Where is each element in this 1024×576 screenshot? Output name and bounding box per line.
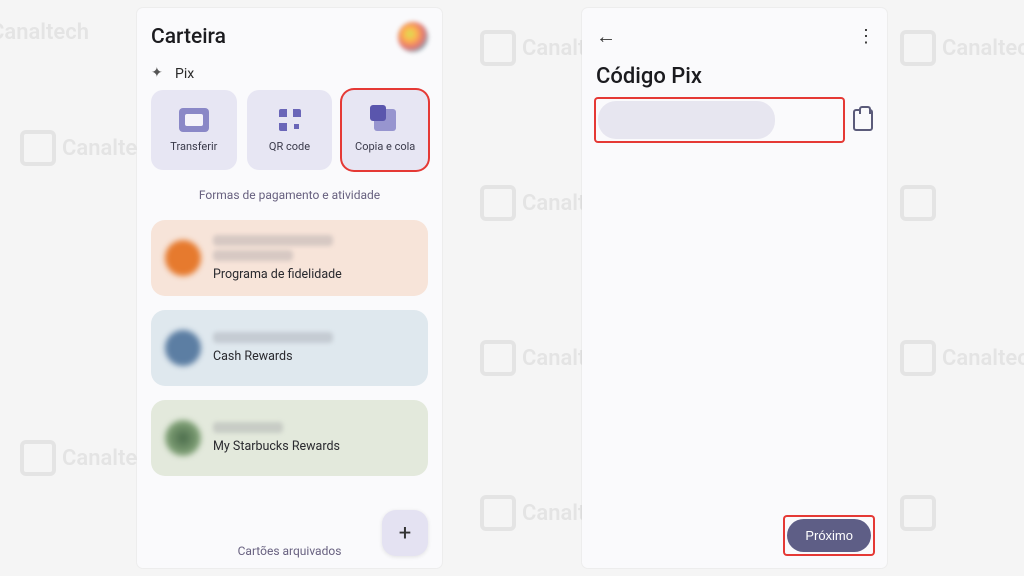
card-icon [179, 108, 209, 132]
tile-transferir[interactable]: Transferir [151, 90, 237, 170]
pix-tiles: Transferir QR code Copia e cola [151, 90, 428, 170]
tile-label: Transferir [170, 140, 217, 153]
pix-section-label: Pix [151, 66, 428, 82]
loyalty-card[interactable]: Programa de fidelidade [151, 220, 428, 296]
highlight-box: Próximo [785, 517, 873, 554]
tile-label: Copia e cola [355, 140, 415, 153]
more-menu-icon[interactable]: ⋮ [857, 26, 873, 47]
card-name-redacted [213, 422, 283, 433]
card-logo [165, 330, 201, 366]
card-logo [165, 240, 201, 276]
plus-icon: + [399, 521, 411, 546]
tile-qr-code[interactable]: QR code [247, 90, 333, 170]
clipboard-icon[interactable] [853, 109, 873, 131]
card-subtitle: Programa de fidelidade [213, 267, 342, 282]
pix-label: Pix [175, 66, 194, 82]
loyalty-card[interactable]: My Starbucks Rewards [151, 400, 428, 476]
card-name-redacted [213, 235, 333, 246]
page-title: Código Pix [596, 64, 873, 89]
loyalty-cards: Programa de fidelidade Cash Rewards My S… [151, 220, 428, 534]
back-button[interactable]: ← [596, 26, 616, 46]
tile-label: QR code [269, 140, 310, 153]
payments-activity-link[interactable]: Formas de pagamento e atividade [151, 188, 428, 202]
card-name-redacted [213, 332, 333, 343]
tile-copia-e-cola[interactable]: Copia e cola [342, 90, 428, 170]
copy-icon [374, 109, 396, 131]
loyalty-card[interactable]: Cash Rewards [151, 310, 428, 386]
highlight-box [596, 99, 843, 141]
card-logo [165, 420, 201, 456]
card-name-redacted [213, 250, 293, 261]
page-title: Carteira [151, 25, 226, 49]
pix-code-input[interactable] [598, 101, 775, 139]
wallet-screen: Carteira Pix Transferir QR code Copia e … [137, 8, 442, 568]
pix-code-screen: ← ⋮ Código Pix Próximo [582, 8, 887, 568]
card-subtitle: Cash Rewards [213, 349, 333, 364]
pix-icon [151, 66, 167, 82]
add-button[interactable]: + [382, 510, 428, 556]
qr-icon [279, 109, 301, 131]
profile-avatar[interactable] [398, 22, 428, 52]
card-subtitle: My Starbucks Rewards [213, 439, 340, 454]
next-button[interactable]: Próximo [787, 519, 871, 552]
